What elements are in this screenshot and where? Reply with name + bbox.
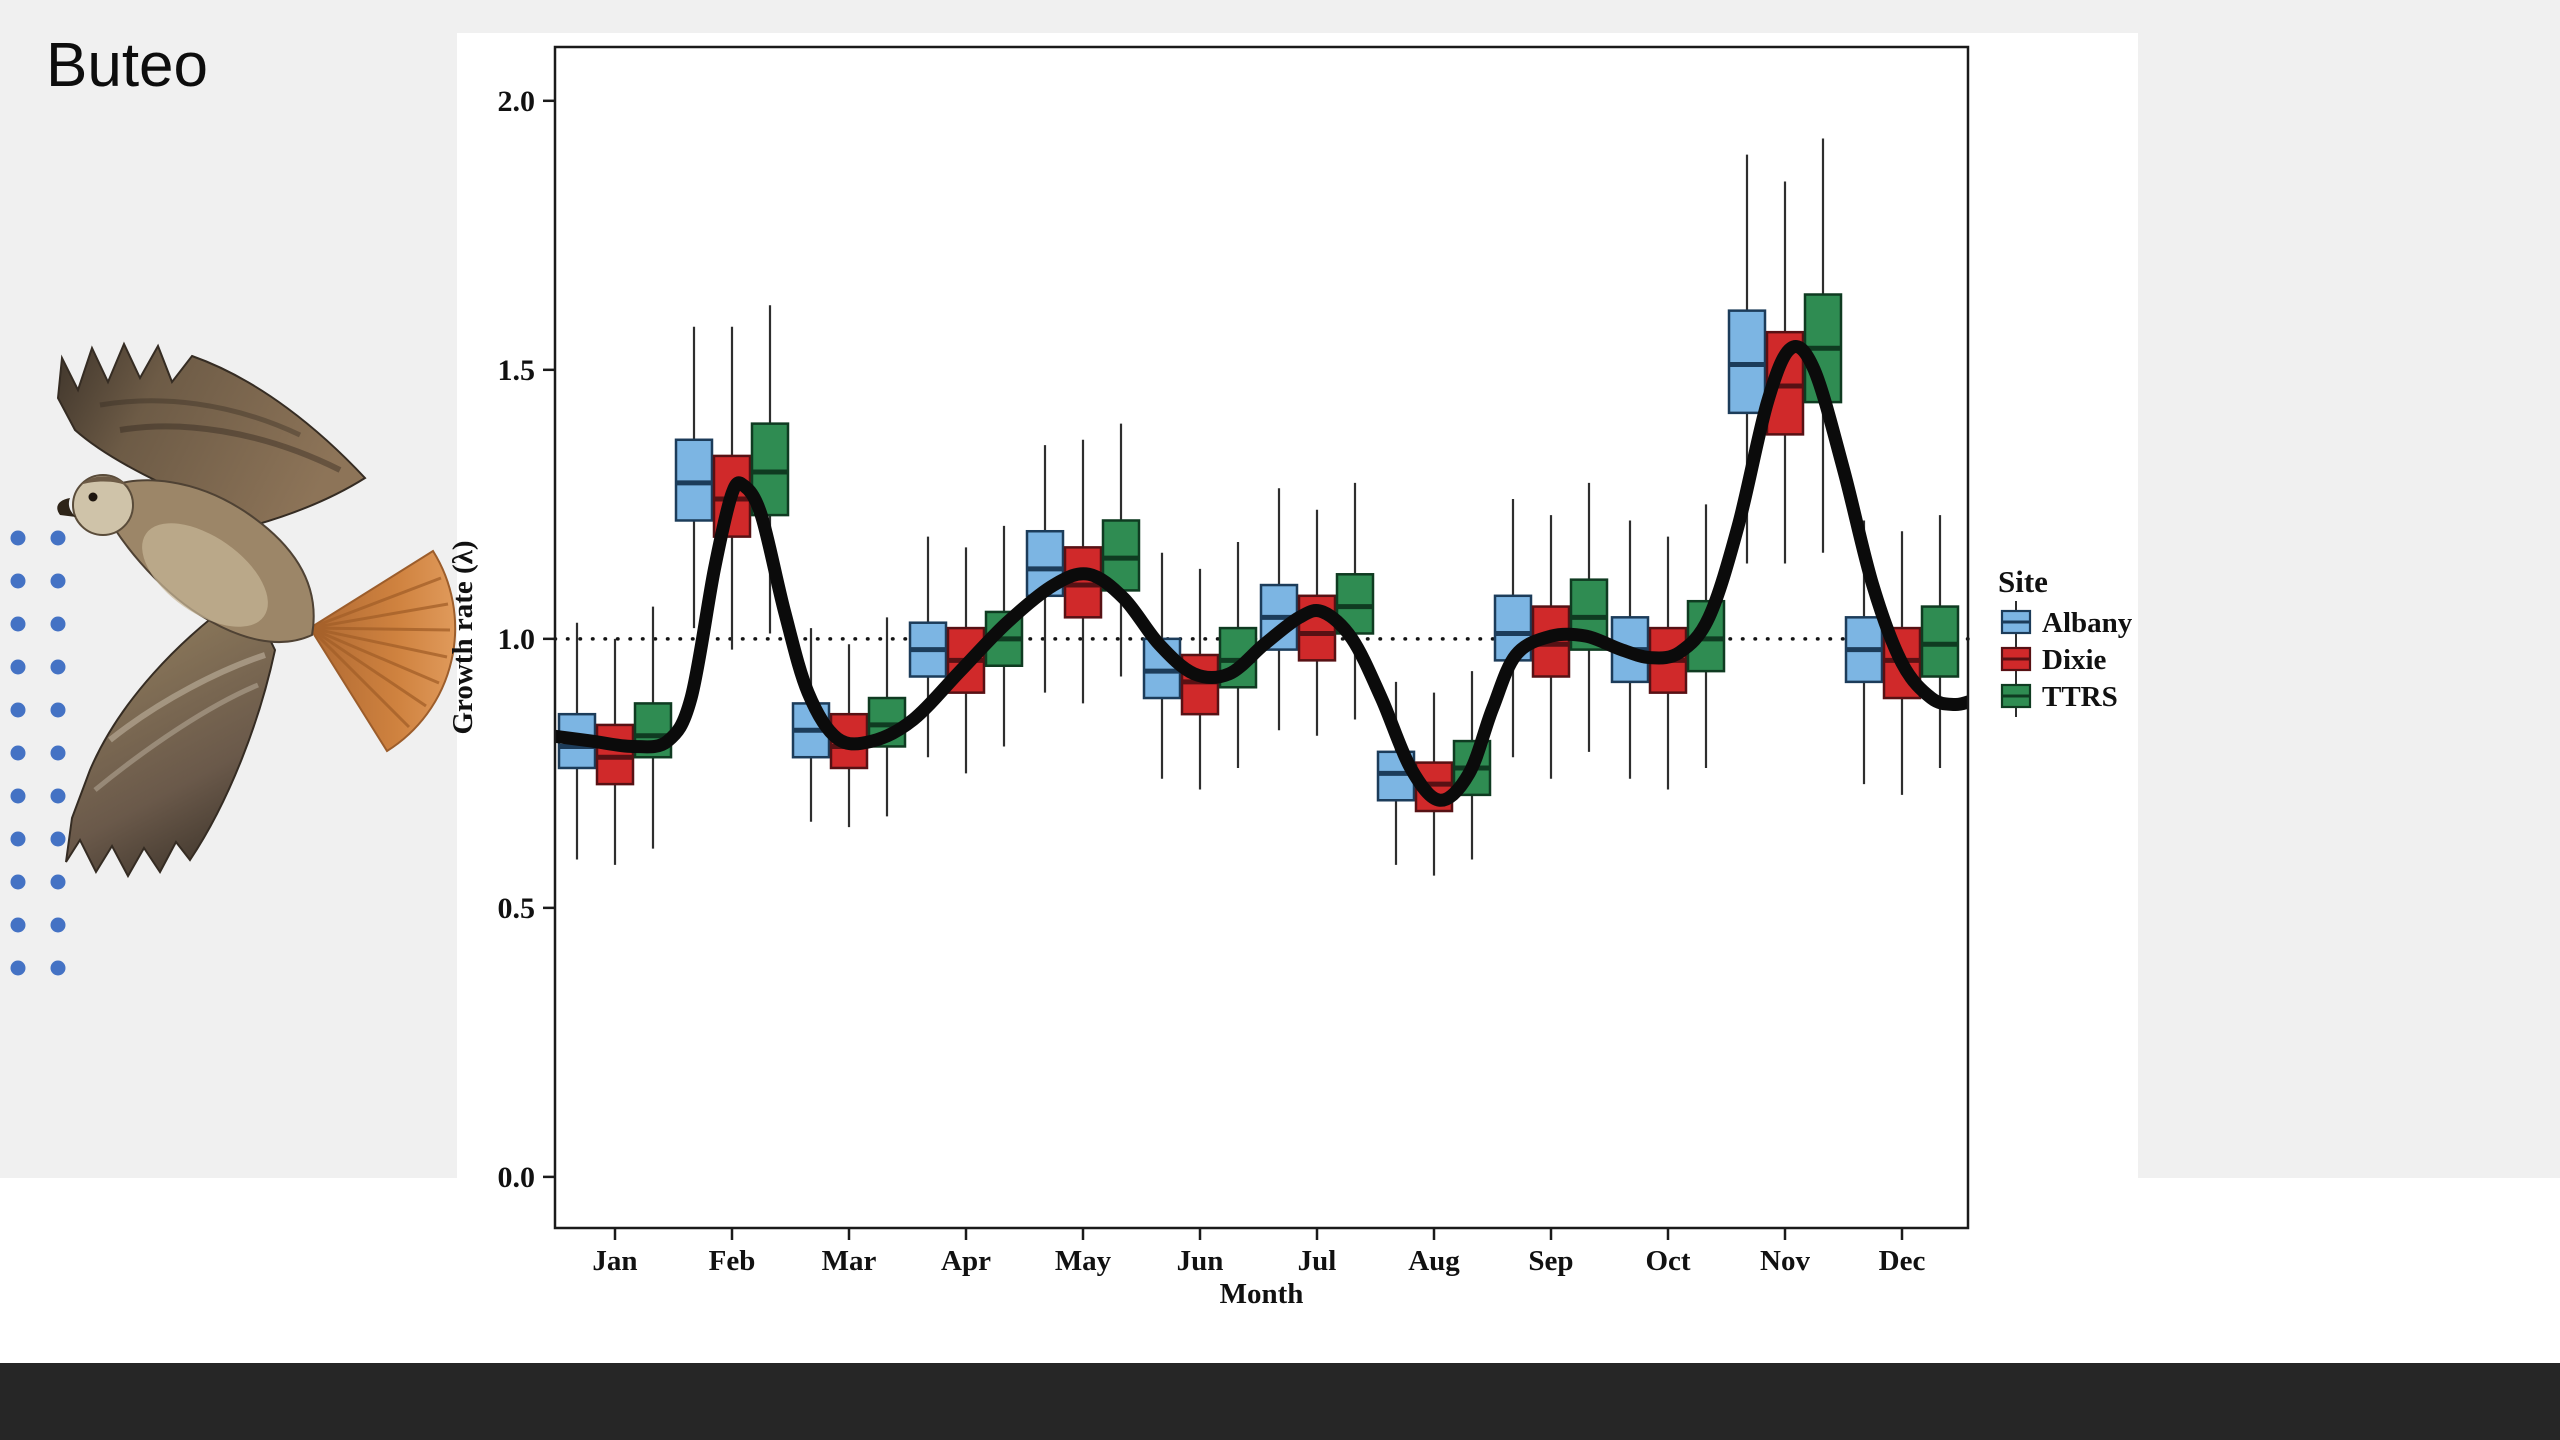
growth-rate-boxplot-chart: 0.0 0.5 1.0 1.5 2.0 Jan Feb Mar Apr May Jun Jul Aug S… [0, 0, 2560, 1440]
x-tick-label: Feb [709, 1245, 756, 1277]
legend-title: Site [1998, 564, 2048, 599]
box-Albany-Nov [1729, 311, 1765, 413]
smooth-curve [551, 347, 1973, 801]
slide-canvas: Buteo [0, 0, 2560, 1440]
x-tick-label: Nov [1760, 1245, 1810, 1277]
legend-label-Dixie: Dixie [2042, 644, 2107, 676]
x-tick-label: Aug [1408, 1245, 1460, 1277]
x-tick-label: Oct [1645, 1245, 1690, 1277]
y-axis-title: Growth rate (λ) [447, 540, 479, 734]
x-tick-label: May [1055, 1245, 1112, 1277]
box-TTRS-Dec [1922, 607, 1958, 677]
x-axis-title: Month [1220, 1278, 1304, 1310]
x-tick-label: Apr [941, 1245, 991, 1277]
box-Dixie-Jan [597, 725, 633, 784]
legend-label-TTRS: TTRS [2042, 681, 2118, 713]
y-tick-label: 1.5 [498, 354, 536, 387]
box-Albany-Feb [676, 440, 712, 521]
y-tick-label: 1.0 [498, 623, 536, 656]
x-tick-label: Jun [1177, 1245, 1224, 1277]
y-tick-label: 0.5 [498, 892, 536, 925]
x-tick-label: Jul [1298, 1245, 1337, 1277]
x-tick-label: Jan [592, 1245, 637, 1277]
y-tick-label: 0.0 [498, 1161, 536, 1194]
legend-label-Albany: Albany [2042, 607, 2133, 639]
x-tick-label: Sep [1528, 1245, 1573, 1277]
y-tick-label: 2.0 [498, 85, 536, 118]
x-tick-label: Mar [822, 1245, 877, 1277]
x-tick-label: Dec [1879, 1245, 1926, 1277]
